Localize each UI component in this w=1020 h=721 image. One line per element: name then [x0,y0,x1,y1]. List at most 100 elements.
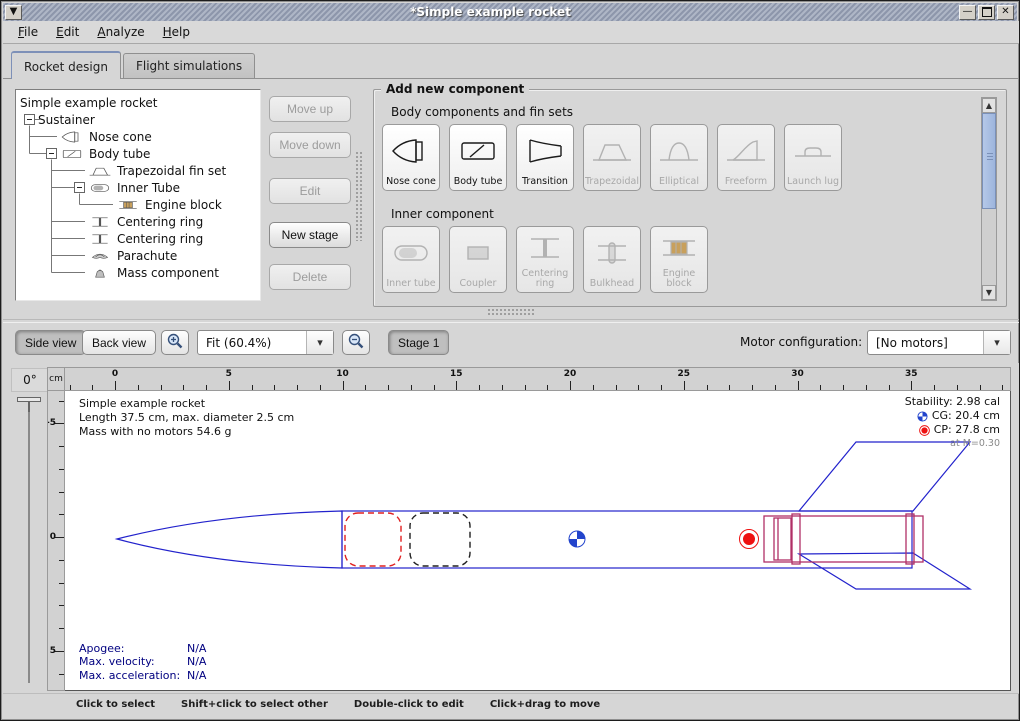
window-menu-button[interactable]: ▼ [5,5,22,20]
component-button-label: Centering ring [518,269,572,289]
ruler-label: 30 [791,369,804,379]
maximize-button[interactable] [978,5,995,20]
ruler-tick [297,385,298,390]
menu-help[interactable]: Help [154,23,199,41]
collapse-icon[interactable] [24,114,35,125]
ruler-label: 15 [450,369,463,379]
component-button-centering-ring[interactable]: Centering ring [516,226,574,293]
view-toolbar: Side view Back view Fit (60.4%) ▾ Stage … [3,321,1019,363]
finset-icon [589,125,635,177]
component-button-label: Coupler [460,279,497,289]
component-button-bulkhead[interactable]: Bulkhead [583,226,641,293]
ruler-tick [229,381,230,390]
innertube-icon [88,181,112,195]
flight-info-row: Max. velocity:N/A [79,655,206,669]
move-up-button[interactable]: Move up [269,96,351,122]
component-button-launch-lug[interactable]: Launch lug [784,124,842,191]
freeform-icon [723,125,769,177]
new-stage-button[interactable]: New stage [269,222,351,248]
cg-marker [569,531,585,547]
scrollbar-thumb[interactable] [982,113,996,209]
tree-connector-lines [16,90,261,300]
collapse-icon[interactable] [46,148,57,159]
tab-rocket-design[interactable]: Rocket design [11,51,121,79]
ruler-tick [479,385,480,390]
body-components-label: Body components and fin sets [391,105,573,119]
menu-edit[interactable]: Edit [47,23,88,41]
scroll-up-button[interactable]: ▲ [982,98,996,113]
component-scrollbar[interactable]: ▲ ▼ [981,97,997,301]
component-button-label: Bulkhead [590,279,634,289]
side-view-button[interactable]: Side view [15,330,86,355]
top-fin-outline [799,442,970,511]
component-tree[interactable]: Simple example rocketSustainerNose coneB… [15,89,261,301]
component-button-elliptical[interactable]: Elliptical [650,124,708,191]
component-button-body-tube[interactable]: Body tube [449,124,507,191]
component-button-coupler[interactable]: Coupler [449,226,507,293]
innertube-icon [388,227,434,279]
component-button-nose-cone[interactable]: Nose cone [382,124,440,191]
ruler-tick [59,514,64,515]
menu-analyze[interactable]: Analyze [88,23,153,41]
ruler-label: -5 [47,418,56,428]
nose-cone-outline [117,511,342,568]
edit-button[interactable]: Edit [269,178,351,204]
flight-info-value: N/A [187,669,206,683]
zoom-level-value: Fit (60.4%) [198,336,306,350]
menu-bar: FileEditAnalyzeHelp [3,21,1019,44]
rocket-summary-text: Simple example rocketLength 37.5 cm, max… [79,397,294,439]
component-button-freeform[interactable]: Freeform [717,124,775,191]
transition-icon [522,125,568,177]
motor-configuration-select[interactable]: [No motors] ▾ [867,330,1011,355]
ruler-tick [59,605,64,606]
zoom-in-button[interactable] [161,330,189,355]
minimize-icon: — [963,7,973,17]
collapse-icon[interactable] [74,182,85,193]
ruler-tick [365,385,366,390]
vertical-splitter-handle[interactable] [355,151,362,241]
flight-info-row: Apogee:N/A [79,642,206,656]
ruler-label: 20 [564,369,577,379]
cg-legend-icon [917,411,928,422]
summary-line: Length 37.5 cm, max. diameter 2.5 cm [79,411,294,425]
ruler-tick [343,381,344,390]
ruler-tick [138,385,139,390]
centeringring-icon [88,215,112,229]
close-button[interactable]: ✕ [997,5,1014,20]
ruler-tick [411,385,412,390]
stage-1-toggle[interactable]: Stage 1 [388,330,449,355]
ruler-tick [115,381,116,390]
flight-info-label: Apogee: [79,642,187,656]
menu-file[interactable]: File [9,23,47,41]
tab-bar: Rocket designFlight simulations [3,44,1019,79]
engine-block-outline [774,518,791,560]
scroll-down-button[interactable]: ▼ [982,285,996,300]
motor-configuration-value: [No motors] [868,336,983,350]
status-hint: Shift+click to select other [181,699,328,710]
delete-button[interactable]: Delete [269,264,351,290]
zoom-level-select[interactable]: Fit (60.4%) ▾ [197,330,334,355]
rotation-slider-thumb[interactable] [17,397,41,402]
ruler-tick [820,385,821,390]
ruler-tick [707,385,708,390]
component-button-trapezoidal[interactable]: Trapezoidal [583,124,641,191]
rotation-slider-track[interactable] [28,403,30,683]
move-down-button[interactable]: Move down [269,132,351,158]
back-view-button[interactable]: Back view [82,330,156,355]
component-button-inner-tube[interactable]: Inner tube [382,226,440,293]
add-component-title: Add new component [381,81,529,97]
minimize-button[interactable]: — [959,5,976,20]
tab-flight-simulations[interactable]: Flight simulations [123,53,255,78]
component-button-transition[interactable]: Transition [516,124,574,191]
horizontal-splitter-handle[interactable] [487,308,535,316]
ruler-tick [502,385,503,390]
elliptical-icon [656,125,702,177]
ruler-label: 0 [112,369,118,379]
stability-info: Stability: 2.98 cal CG: 20.4 cm CP: 27.8… [905,395,1000,451]
component-button-engine-block[interactable]: Engine block [650,226,708,293]
zoom-out-button[interactable] [342,330,370,355]
flight-info-label: Max. acceleration: [79,669,187,683]
rocket-canvas[interactable]: Simple example rocketLength 37.5 cm, max… [65,391,1011,691]
component-button-label: Elliptical [659,177,699,187]
ruler-tick [1002,385,1003,390]
